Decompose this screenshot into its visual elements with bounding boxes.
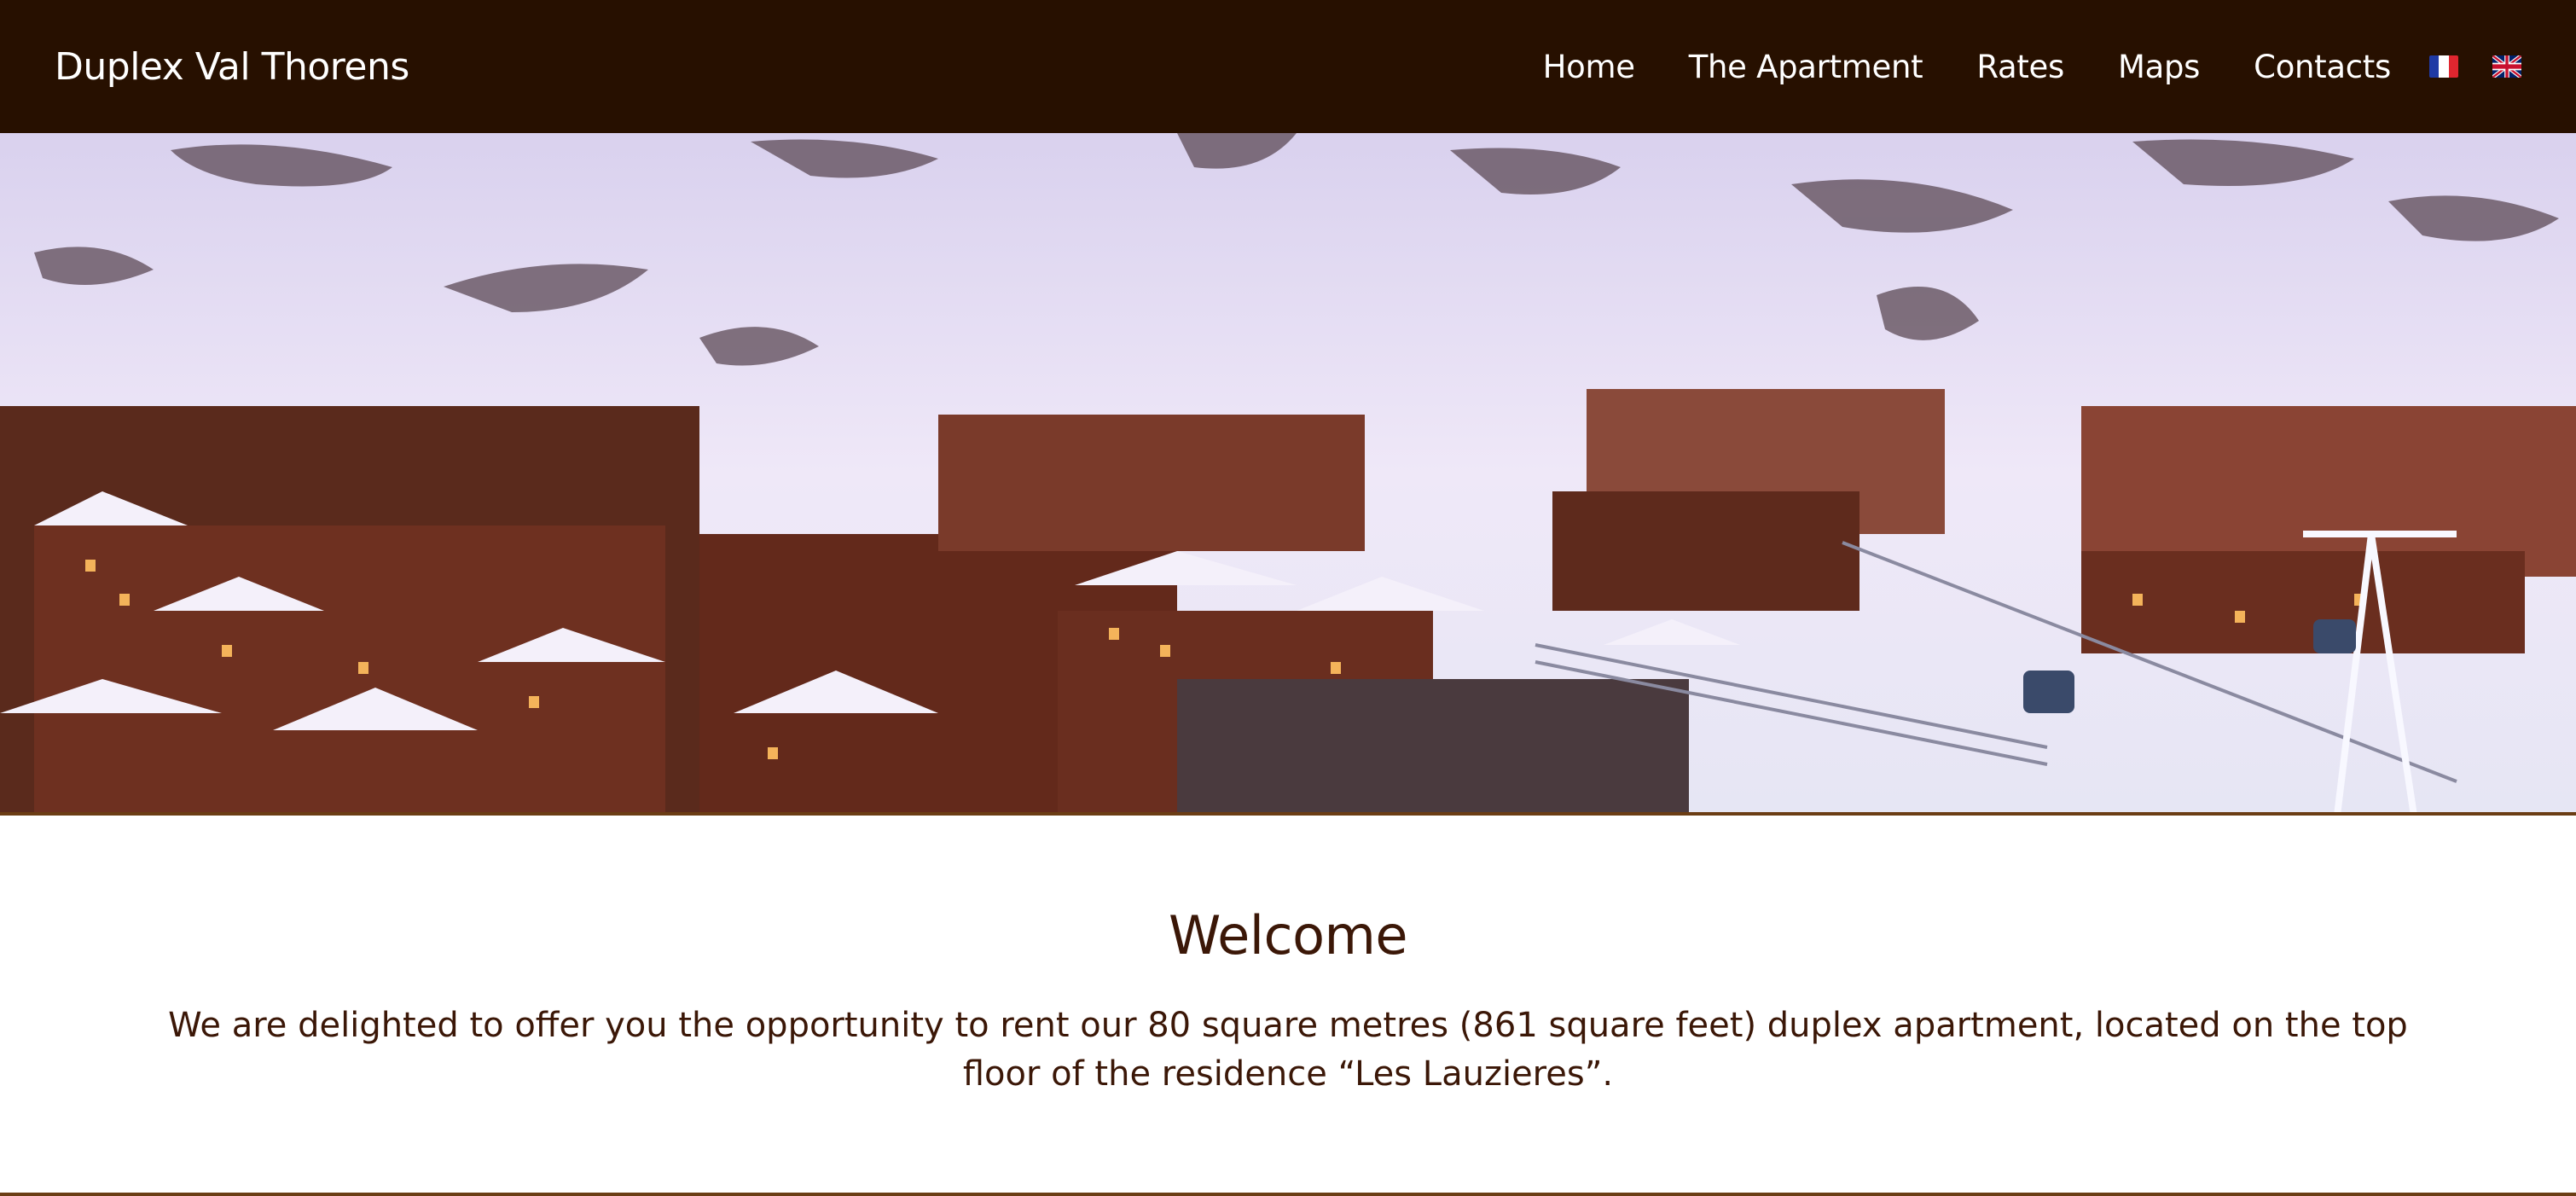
french-flag-icon[interactable] <box>2429 55 2458 78</box>
footer-divider <box>0 1193 2576 1196</box>
nav-maps[interactable]: Maps <box>2118 49 2200 85</box>
main-nav: Home The Apartment Rates Maps Contacts <box>1543 49 2521 85</box>
uk-flag-icon[interactable] <box>2492 55 2521 78</box>
ski-resort-illustration <box>0 133 2576 812</box>
welcome-section: Welcome We are delighted to offer you th… <box>0 904 2576 1094</box>
brand-link[interactable]: Duplex Val Thorens <box>55 45 409 89</box>
nav-the-apartment[interactable]: The Apartment <box>1689 49 1923 85</box>
hero-image <box>0 133 2576 816</box>
nav-home[interactable]: Home <box>1543 49 1635 85</box>
nav-rates[interactable]: Rates <box>1976 49 2064 85</box>
welcome-text: We are delighted to offer you the opport… <box>168 1006 2408 1094</box>
nav-contacts[interactable]: Contacts <box>2254 49 2391 85</box>
site-header: Duplex Val Thorens Home The Apartment Ra… <box>0 0 2576 133</box>
welcome-title: Welcome <box>1168 904 1408 967</box>
